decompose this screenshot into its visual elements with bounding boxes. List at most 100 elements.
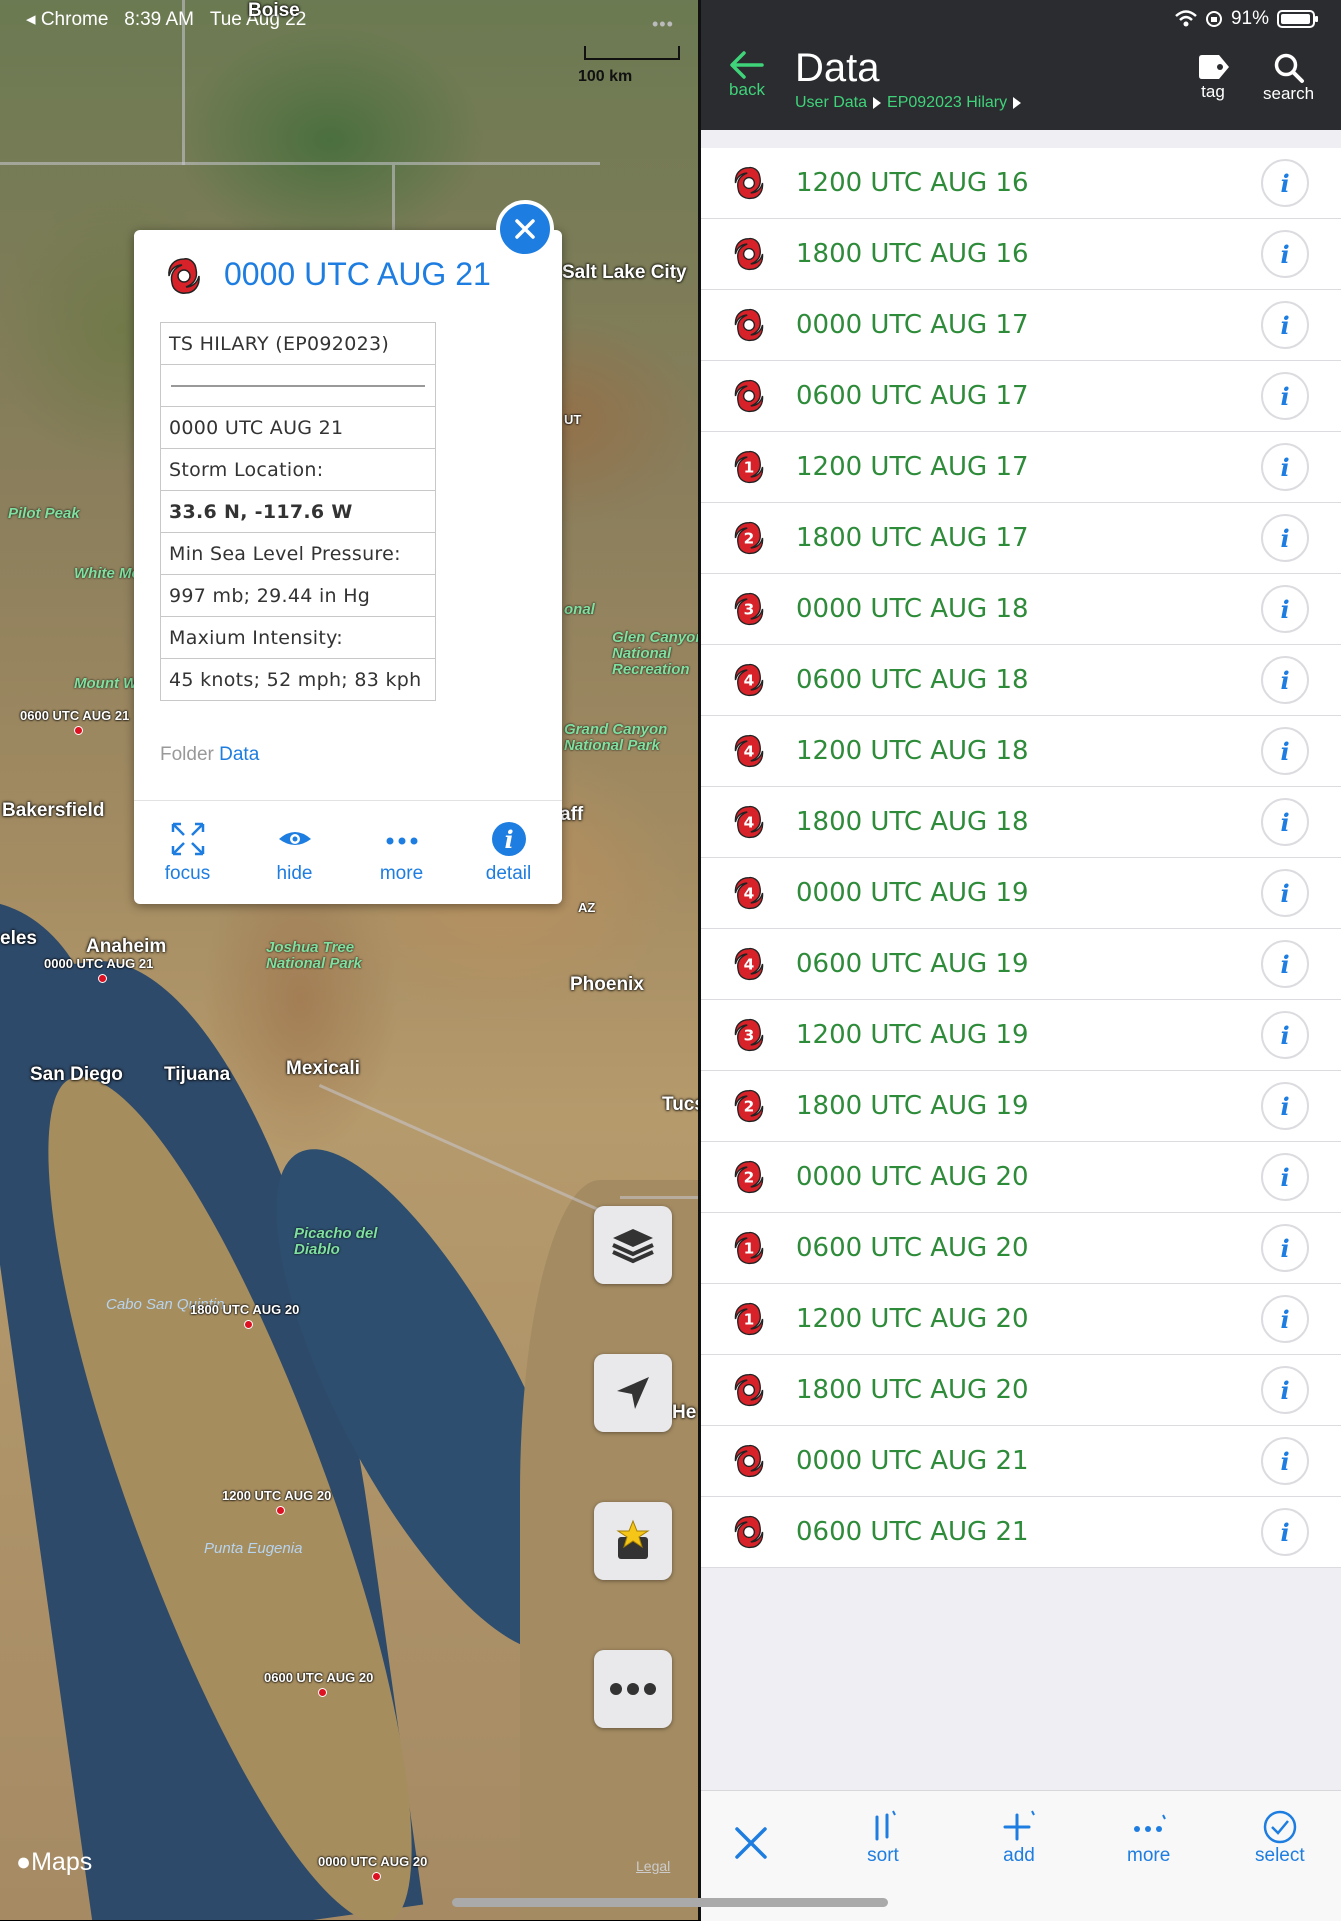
list-item[interactable]: 4 0600 UTC AUG 18 i [701,645,1341,716]
map-more-button[interactable] [594,1650,672,1728]
info-button[interactable]: i [1261,1508,1309,1556]
close-callout-button[interactable] [496,200,554,258]
toolbar-more-button[interactable]: more [1127,1809,1170,1867]
list-item[interactable]: 1 0600 UTC AUG 20 i [701,1213,1341,1284]
list-item[interactable]: 1200 UTC AUG 16 i [701,148,1341,219]
list-item-label: 0000 UTC AUG 21 [796,1446,1029,1476]
separator-line [160,364,436,407]
state-border [620,1196,698,1199]
more-label: more [1127,1845,1171,1866]
list-item[interactable]: 2 0000 UTC AUG 20 i [701,1142,1341,1213]
multitask-dots-icon[interactable]: ••• [652,14,674,35]
track-point-marker[interactable] [276,1506,285,1515]
info-button[interactable]: i [1261,1437,1309,1485]
list-item[interactable]: 2 1800 UTC AUG 19 i [701,1071,1341,1142]
list-item[interactable]: 0000 UTC AUG 17 i [701,290,1341,361]
focus-arrows-icon [171,822,204,856]
home-indicator[interactable] [452,1898,888,1907]
breadcrumb: User Data EP092023 Hilary [795,94,1022,112]
callout-more-button[interactable]: more [354,821,450,885]
close-button[interactable] [733,1825,769,1861]
info-button[interactable]: i [1261,869,1309,917]
info-button[interactable]: i [1261,443,1309,491]
info-icon: i [1280,878,1290,908]
info-button[interactable]: i [1261,159,1309,207]
storm-info-cell: 33.6 N, -117.6 W [160,490,436,533]
list-item[interactable]: 0600 UTC AUG 17 i [701,361,1341,432]
list-item[interactable]: 2 1800 UTC AUG 17 i [701,503,1341,574]
track-point-marker[interactable] [98,974,107,983]
hide-button[interactable]: hide [247,821,343,885]
info-button[interactable]: i [1261,1224,1309,1272]
info-button[interactable]: i [1261,1153,1309,1201]
breadcrumb-user-data[interactable]: User Data [795,94,867,112]
list-item[interactable]: 3 1200 UTC AUG 19 i [701,1000,1341,1071]
info-icon: i [1280,594,1290,624]
info-button[interactable]: i [1261,656,1309,704]
select-button[interactable]: select [1255,1809,1305,1867]
list-item[interactable]: 1 1200 UTC AUG 20 i [701,1284,1341,1355]
track-point-marker[interactable] [318,1688,327,1697]
detail-button[interactable]: i detail [461,821,557,885]
map-view[interactable]: ◂ Chrome 8:39 AM Tue Aug 22 ••• 100 km B… [0,0,698,1920]
list-item[interactable]: 1800 UTC AUG 20 i [701,1355,1341,1426]
info-button[interactable]: i [1261,1366,1309,1414]
list-item-label: 0600 UTC AUG 17 [796,381,1029,411]
info-button[interactable]: i [1261,1295,1309,1343]
sort-label: sort [867,1845,899,1866]
focus-button[interactable]: focus [140,821,236,885]
tag-button[interactable]: tag [1195,52,1231,102]
info-button[interactable]: i [1261,230,1309,278]
track-point-label: 1200 UTC AUG 20 [222,1488,332,1503]
info-button[interactable]: i [1261,1082,1309,1130]
info-button[interactable]: i [1261,514,1309,562]
track-point-label: 0000 UTC AUG 21 [44,956,154,971]
track-point-marker[interactable] [74,726,83,735]
back-button[interactable]: back [729,50,765,100]
battery-percent: 91% [1230,8,1269,29]
svg-text:1: 1 [744,1239,755,1257]
track-point-marker[interactable] [244,1320,253,1329]
storm-info-cell: 45 knots; 52 mph; 83 kph [160,658,436,701]
list-item[interactable]: 4 1200 UTC AUG 18 i [701,716,1341,787]
favorites-button[interactable] [594,1502,672,1580]
info-button[interactable]: i [1261,301,1309,349]
sort-button[interactable]: sort [865,1809,901,1867]
info-button[interactable]: i [1261,727,1309,775]
folder-link[interactable]: Data [219,744,259,765]
info-button[interactable]: i [1261,940,1309,988]
list-item[interactable]: 0000 UTC AUG 21 i [701,1426,1341,1497]
legal-link[interactable]: Legal [636,1858,670,1874]
list-item[interactable]: 1 1200 UTC AUG 17 i [701,432,1341,503]
list-item[interactable]: 4 1800 UTC AUG 18 i [701,787,1341,858]
list-item[interactable]: 3 0000 UTC AUG 18 i [701,574,1341,645]
list-item[interactable]: 0600 UTC AUG 21 i [701,1497,1341,1568]
hurricane-icon [734,166,764,200]
back-to-app-link[interactable]: ◂ Chrome [26,9,108,30]
focus-label: focus [164,863,211,884]
back-arrow-icon [730,51,764,79]
info-button[interactable]: i [1261,1011,1309,1059]
info-button[interactable]: i [1261,585,1309,633]
list-item[interactable]: 4 0000 UTC AUG 19 i [701,858,1341,929]
locate-me-button[interactable] [594,1354,672,1432]
breadcrumb-hilary[interactable]: EP092023 Hilary [887,94,1007,112]
track-point-label: 0600 UTC AUG 21 [20,708,130,723]
map-place-label: Tijuana [164,1064,231,1085]
list-item[interactable]: 4 0600 UTC AUG 19 i [701,929,1341,1000]
list-item[interactable]: 1800 UTC AUG 16 i [701,219,1341,290]
storm-info-row: Storm Location: [160,448,436,491]
map-place-label: UT [564,412,582,427]
add-label: add [1003,1845,1035,1866]
list-item-label: 0000 UTC AUG 20 [796,1162,1029,1192]
search-button[interactable]: search [1263,52,1314,104]
add-button[interactable]: add [1001,1809,1037,1867]
map-place-label: eles [0,928,37,949]
info-button[interactable]: i [1261,798,1309,846]
info-button[interactable]: i [1261,372,1309,420]
list-item-label: 1800 UTC AUG 16 [796,239,1029,269]
track-point-marker[interactable] [372,1872,381,1881]
list-item-label: 1200 UTC AUG 18 [796,736,1029,766]
storm-point-callout: 0000 UTC AUG 21 TS HILARY (EP092023) 0000… [134,230,562,904]
map-layers-button[interactable] [594,1206,672,1284]
